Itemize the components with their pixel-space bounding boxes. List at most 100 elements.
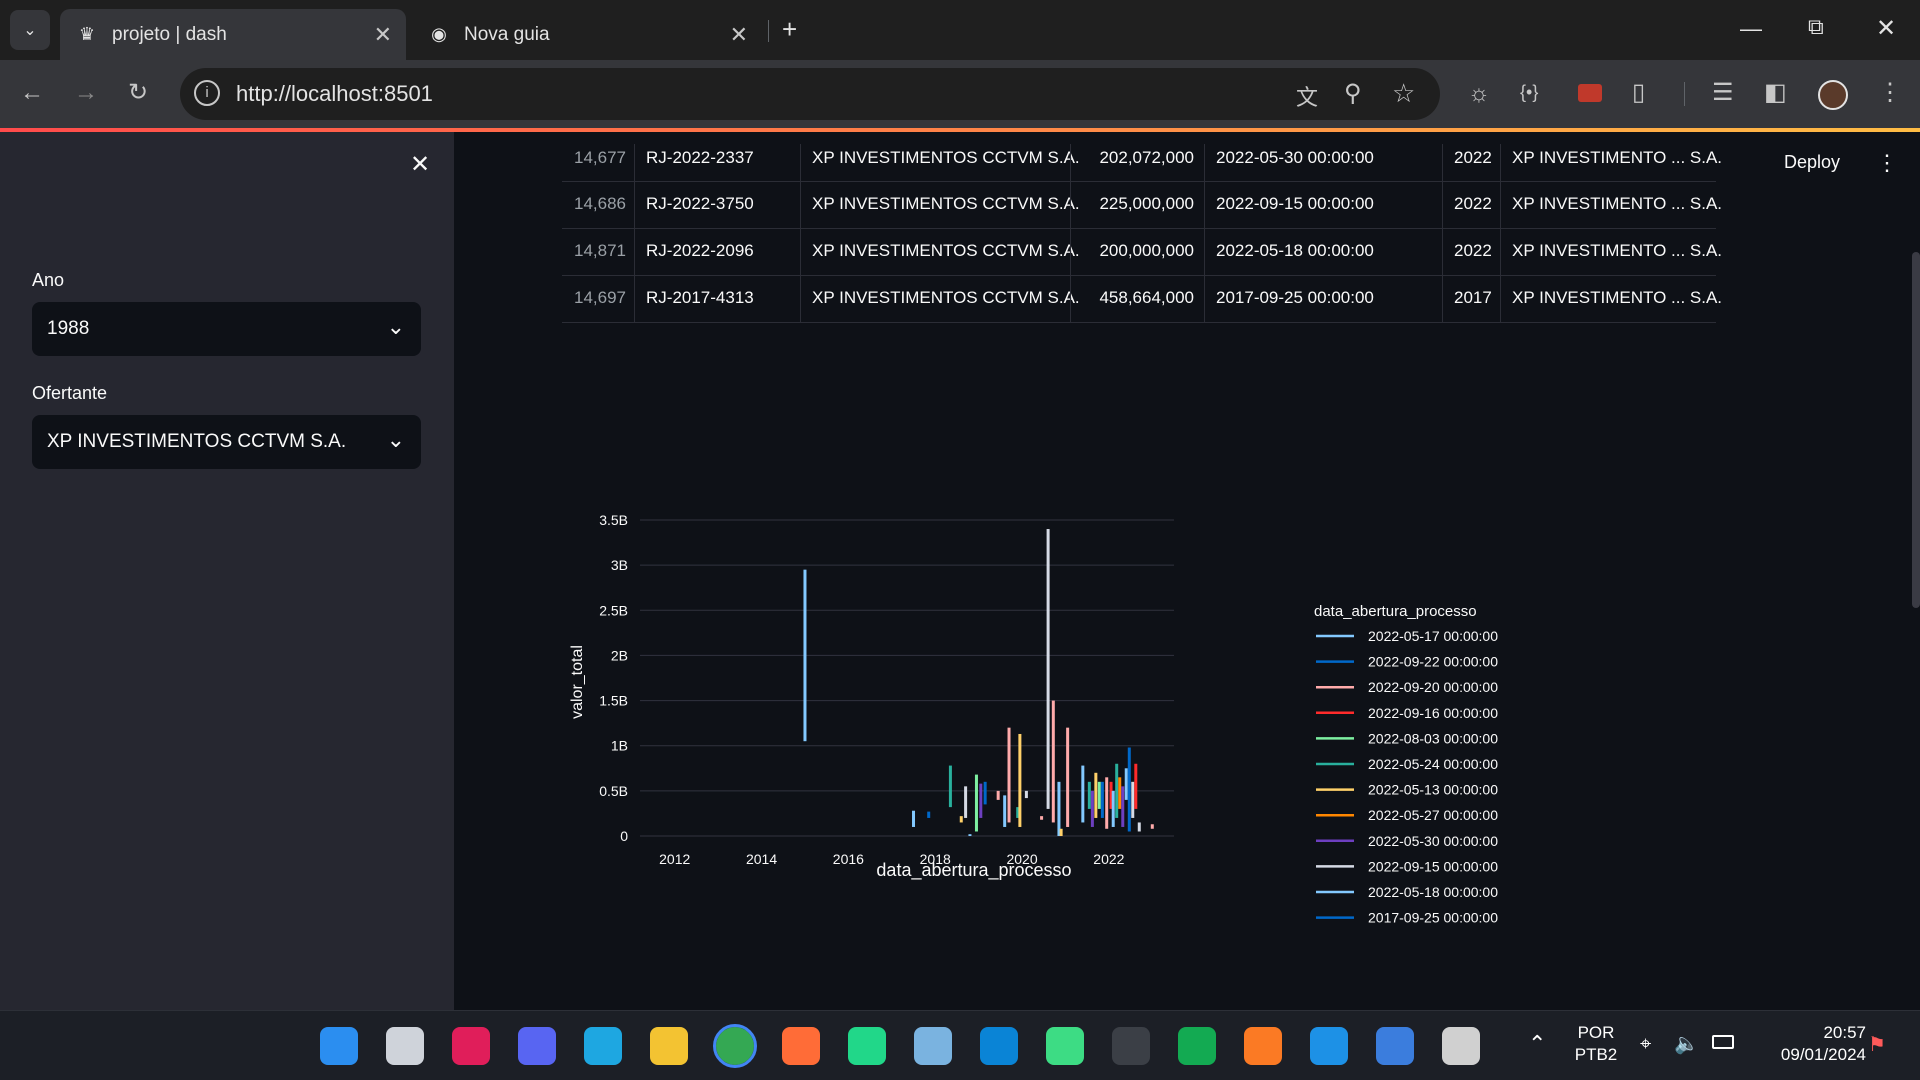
site-info-icon[interactable]: i [194, 80, 220, 106]
ofertante-select[interactable]: XP INVESTIMENTOS CCTVM S.A. ⌄ [32, 415, 421, 469]
terminal-icon[interactable] [1112, 1027, 1150, 1065]
tab-search-button[interactable]: ⌄ [10, 10, 50, 50]
clock-time: 20:57 [1823, 1023, 1866, 1042]
vscode-icon[interactable] [980, 1027, 1018, 1065]
main-scrollbar[interactable] [1912, 252, 1920, 608]
extension-1-icon[interactable]: ☼ [1468, 80, 1490, 108]
minimize-icon[interactable]: — [1740, 16, 1762, 42]
bar [1087, 781, 1091, 809]
column-divider [800, 144, 801, 323]
table-row[interactable]: 14,697 RJ-2017-4313 XP INVESTIMENTOS CCT… [562, 276, 1722, 323]
table-row[interactable]: 14,686 RJ-2022-3750 XP INVESTIMENTOS CCT… [562, 182, 1722, 229]
table-cell: XP INVESTIMENTOS CCTVM S.A. [812, 288, 1080, 307]
resource-monitor-icon[interactable] [914, 1027, 952, 1065]
address-bar[interactable]: i http://localhost:8501 文 ⚲ ☆ [180, 68, 1440, 120]
tray-overflow-icon[interactable]: ⌃ [1528, 1031, 1546, 1057]
close-window-icon[interactable]: ✕ [1876, 14, 1896, 43]
y-tick-label: 2.5B [599, 602, 628, 618]
table-row[interactable]: 14,871 RJ-2022-2096 XP INVESTIMENTOS CCT… [562, 229, 1722, 276]
legend-item-label: 2022-09-22 00:00:00 [1368, 654, 1498, 670]
back-icon[interactable]: ← [20, 79, 44, 107]
restore-icon[interactable]: ⧉ [1808, 14, 1824, 40]
table-cell: 458,664,000 [1099, 288, 1194, 307]
profile-avatar[interactable] [1818, 80, 1848, 110]
azure-data-studio-icon[interactable] [1376, 1027, 1414, 1065]
y-tick-label: 3B [611, 557, 628, 573]
tab-nova-guia[interactable]: ◉ Nova guia ✕ [412, 9, 762, 60]
ano-value: 1988 [47, 318, 90, 339]
wifi-icon[interactable]: ⌖ [1640, 1033, 1651, 1056]
bar [968, 834, 972, 836]
bar-chart[interactable]: 00.5B1B1.5B2B2.5B3B3.5B 2012 2014 2016 2018… [554, 452, 1554, 932]
chrome-icon[interactable] [713, 1024, 757, 1068]
tab-divider [768, 20, 769, 42]
postman-icon[interactable] [782, 1027, 820, 1065]
chart-x-label: data_abertura_processo [876, 860, 1071, 881]
main-menu-icon[interactable]: ⋮ [1876, 150, 1898, 176]
bar [1097, 781, 1101, 809]
side-panel-icon[interactable]: ◧ [1764, 78, 1787, 107]
extensions-puzzle-icon[interactable]: ▯ [1632, 78, 1645, 107]
task-view-icon[interactable] [386, 1027, 424, 1065]
edge-icon[interactable] [584, 1027, 622, 1065]
x-tick-label: 2016 [833, 851, 864, 867]
bar [1057, 781, 1061, 836]
chart-legend[interactable]: data_abertura_processo 2022-05-17 00:00:… [1314, 602, 1554, 932]
battery-icon[interactable] [1712, 1035, 1734, 1049]
browser-menu-icon[interactable]: ⋮ [1878, 78, 1902, 107]
ofertante-label: Ofertante [32, 383, 108, 403]
mongodb-compass-icon[interactable] [1178, 1027, 1216, 1065]
close-tab-icon[interactable]: ✕ [374, 22, 392, 48]
table-cell-index: 14,871 [574, 241, 626, 260]
file-explorer-icon[interactable] [650, 1027, 688, 1065]
media-controls-icon[interactable]: ☰ [1712, 78, 1734, 107]
bar [927, 811, 931, 818]
tab-projeto-dash[interactable]: ♛ projeto | dash ✕ [60, 9, 406, 60]
xampp-icon[interactable] [1244, 1027, 1282, 1065]
chrome-icon: ◉ [431, 24, 447, 44]
main-content: Deploy ⋮ 14,677 RJ-2022-2337 XP INVESTIM… [454, 132, 1920, 1010]
notification-bell-icon[interactable]: ⚑ [1868, 1032, 1886, 1057]
extension-2-icon[interactable]: {•} [1520, 82, 1538, 103]
forward-icon[interactable]: → [74, 79, 98, 107]
bookmark-star-icon[interactable]: ☆ [1392, 78, 1415, 109]
clock[interactable]: 20:57 09/01/2024 [1756, 1023, 1866, 1065]
windows-start-icon[interactable] [320, 1027, 358, 1065]
url-text[interactable]: http://localhost:8501 [236, 81, 433, 107]
volume-icon[interactable]: 🔈 [1674, 1031, 1699, 1056]
bar [1115, 763, 1119, 818]
translate-icon[interactable]: 文 [1296, 80, 1318, 112]
android-studio-icon[interactable] [1046, 1027, 1084, 1065]
github-desktop-icon[interactable] [1442, 1027, 1480, 1065]
bar [1059, 828, 1063, 836]
table-cell: XP INVESTIMENTOS CCTVM S.A. [812, 148, 1080, 167]
bar [948, 765, 952, 808]
table-row[interactable]: 14,677 RJ-2022-2337 XP INVESTIMENTOS CCT… [562, 144, 1722, 182]
ano-select[interactable]: 1988 ⌄ [32, 302, 421, 356]
language-indicator[interactable]: POR PTB2 [1568, 1023, 1624, 1065]
extension-3-icon[interactable] [1578, 84, 1602, 102]
reload-icon[interactable]: ↻ [128, 78, 148, 107]
close-tab-icon[interactable]: ✕ [730, 22, 748, 48]
new-tab-button[interactable]: + [782, 14, 797, 45]
close-sidebar-icon[interactable]: ✕ [410, 150, 430, 179]
chart-y-ticks: 0 0.5B 1B 1.5B 2B 2.5B 3B 3.5B [599, 512, 628, 844]
slack-icon[interactable] [452, 1027, 490, 1065]
docker-icon[interactable] [1310, 1027, 1348, 1065]
pycharm-icon[interactable] [848, 1027, 886, 1065]
x-tick-label: 2022 [1093, 851, 1124, 867]
language-code: POR [1577, 1023, 1615, 1042]
windows-taskbar: ⌃ POR PTB2 ⌖ 🔈 20:57 09/01/2024 ⚑ [0, 1010, 1920, 1080]
legend-item-label: 2022-09-20 00:00:00 [1368, 679, 1498, 695]
deploy-button[interactable]: Deploy [1784, 152, 1840, 173]
clock-date: 09/01/2024 [1780, 1045, 1866, 1064]
sidebar: ✕ Ano 1988 ⌄ Ofertante XP INVESTIMENTOS … [0, 132, 454, 1010]
toolbar-divider [1684, 82, 1685, 106]
column-divider [1204, 144, 1205, 323]
bar [1100, 781, 1104, 818]
zoom-icon[interactable]: ⚲ [1344, 79, 1362, 108]
discord-icon[interactable] [518, 1027, 556, 1065]
bar [1003, 795, 1007, 827]
x-tick-label: 2014 [746, 851, 777, 867]
bar [1134, 763, 1138, 809]
